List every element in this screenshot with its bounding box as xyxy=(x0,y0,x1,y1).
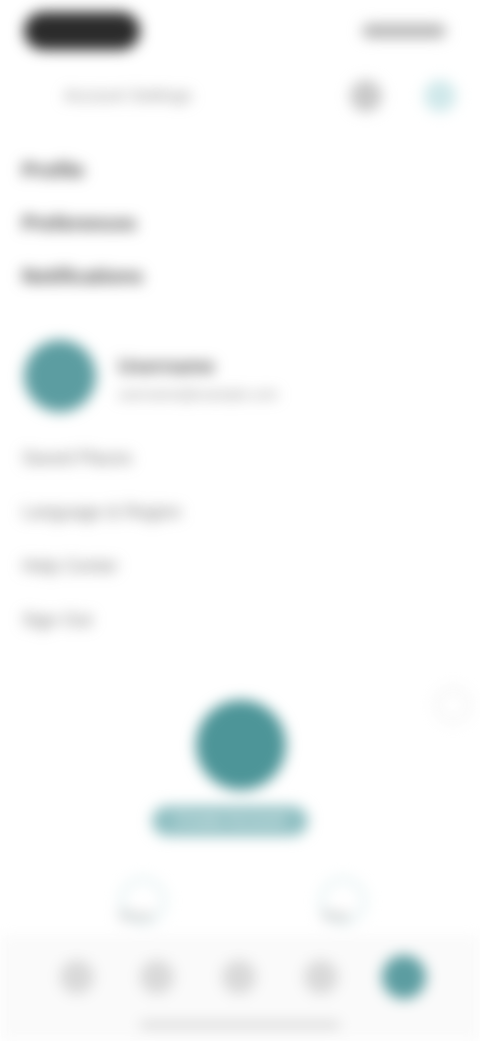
create-account-button[interactable]: Create Account xyxy=(152,806,308,836)
menu-item-profile[interactable]: Profile xyxy=(22,160,84,183)
close-icon[interactable] xyxy=(436,688,470,722)
setting-item-help[interactable]: Help Center xyxy=(22,556,118,577)
setting-item-language[interactable]: Language & Region xyxy=(22,502,181,523)
menu-item-preferences[interactable]: Preferences xyxy=(22,213,137,236)
home-icon[interactable] xyxy=(60,960,94,994)
explore-icon[interactable] xyxy=(140,960,174,994)
setting-item-sign-out[interactable]: Sign Out xyxy=(22,610,92,631)
add-account-icon[interactable] xyxy=(196,700,286,790)
map-icon[interactable] xyxy=(222,960,256,994)
page-title: Account Settings xyxy=(64,86,192,105)
saved-icon[interactable] xyxy=(304,960,338,994)
profile-icon[interactable] xyxy=(382,955,426,999)
status-bar-icons xyxy=(362,24,446,38)
shortcut-label-share: Share xyxy=(118,908,153,923)
menu-item-notifications[interactable]: Notifications xyxy=(22,266,143,289)
search-icon[interactable] xyxy=(350,80,382,112)
share-icon[interactable] xyxy=(424,80,456,112)
profile-subtitle: username@example.com xyxy=(118,386,278,402)
screen: Account Settings Profile Preferences Not… xyxy=(0,0,480,1041)
setting-item-saved-places[interactable]: Saved Places xyxy=(22,448,132,469)
avatar[interactable] xyxy=(24,340,96,412)
status-bar-time xyxy=(24,12,140,50)
home-indicator xyxy=(140,1022,340,1028)
profile-name: Username xyxy=(118,356,215,378)
shortcut-label-rate: Rate xyxy=(322,908,350,923)
